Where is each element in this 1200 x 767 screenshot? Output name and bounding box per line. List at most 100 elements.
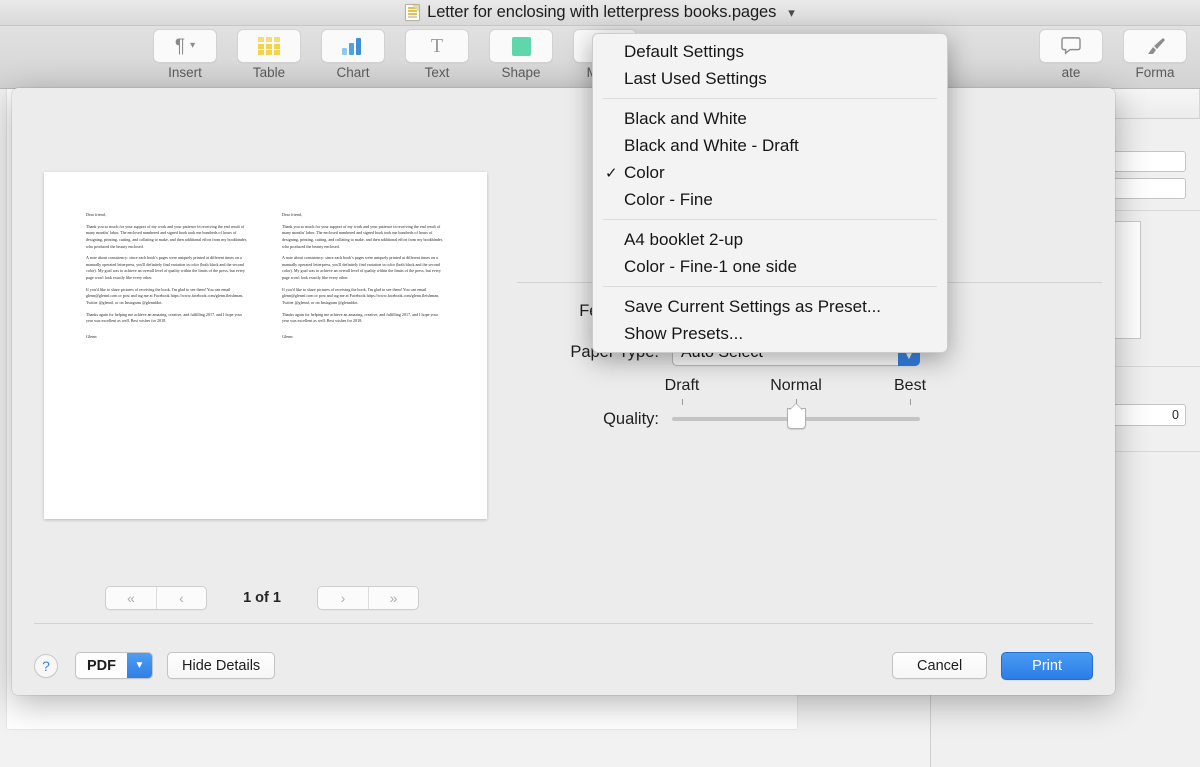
preview-signature: Glenn	[282, 333, 293, 339]
chart-button[interactable]	[321, 29, 385, 63]
print-preview-paper: Dear friend, Thank you so much for your …	[44, 172, 487, 519]
print-dialog: Dear friend, Thank you so much for your …	[12, 88, 1115, 695]
menu-item-label: Last Used Settings	[624, 68, 767, 88]
quality-tick-best: Best	[893, 377, 927, 394]
menu-item-label: Default Settings	[624, 41, 745, 61]
preview-paragraph: A note about consistency: since each boo…	[86, 255, 245, 280]
menu-item-label: Black and White - Draft	[624, 135, 799, 155]
menu-item-last-used-settings[interactable]: Last Used Settings	[593, 65, 947, 92]
menu-item-label: Color - Fine	[624, 189, 713, 209]
preview-paragraph: If you'd like to share pictures of recei…	[282, 286, 440, 305]
preview-paragraph: A note about consistency: since each boo…	[282, 255, 441, 280]
shape-button[interactable]	[489, 29, 553, 63]
toolbar-item-text[interactable]: T Text	[400, 29, 474, 80]
pages-document-icon	[405, 4, 421, 21]
print-preview-column: Dear friend, Thank you so much for your …	[12, 88, 512, 648]
toolbar-item-insert[interactable]: ¶ ▾ Insert	[148, 29, 222, 80]
screen: Letter for enclosing with letterpress bo…	[0, 0, 1200, 767]
comment-button[interactable]	[1039, 29, 1103, 63]
table-button[interactable]	[237, 29, 301, 63]
toolbar-label: Shape	[501, 65, 541, 80]
chevron-down-icon[interactable]: ▾	[788, 6, 795, 19]
menu-item-label: Black and White	[624, 108, 747, 128]
toolbar-item-table[interactable]: Table	[232, 29, 306, 80]
menu-item-a4-booklet-2up[interactable]: A4 booklet 2-up	[593, 226, 947, 253]
insert-button[interactable]: ¶ ▾	[153, 29, 217, 63]
quality-tick-labels: Draft Normal Best	[665, 377, 926, 399]
page-indicator: 1 of 1	[243, 590, 281, 606]
menu-item-default-settings[interactable]: Default Settings	[593, 38, 947, 65]
tick-mark	[682, 399, 683, 405]
help-button[interactable]: ?	[34, 653, 58, 678]
chevron-down-icon[interactable]: ▼	[127, 653, 152, 678]
menu-item-label: Color - Fine-1 one side	[624, 256, 797, 276]
next-page-button[interactable]: ›	[318, 587, 368, 609]
preview-paragraph: Thank you so much for your support of my…	[86, 223, 247, 249]
quality-slider-knob[interactable]	[786, 403, 806, 429]
quality-slider-row: Quality:	[517, 403, 1102, 432]
menu-item-label: Save Current Settings as Preset...	[624, 296, 882, 316]
preview-paragraph: Thanks again for helping me achieve an a…	[282, 311, 438, 324]
pilcrow-icon: ¶	[174, 35, 186, 57]
preview-pager: « ‹ 1 of 1 › »	[12, 586, 512, 610]
menu-item-black-and-white-draft[interactable]: Black and White - Draft	[593, 132, 947, 159]
menu-item-color[interactable]: ✓ Color	[593, 159, 947, 186]
toolbar-label: Chart	[336, 65, 370, 80]
toolbar-item-chart[interactable]: Chart	[316, 29, 390, 80]
menu-item-color-fine-1-one-side[interactable]: Color - Fine-1 one side	[593, 253, 947, 280]
last-page-button[interactable]: »	[368, 587, 418, 609]
pager-prev-group: « ‹	[105, 586, 207, 610]
menu-item-color-fine[interactable]: Color - Fine	[593, 186, 947, 213]
menu-item-show-presets[interactable]: Show Presets...	[593, 320, 947, 347]
menu-item-label: A4 booklet 2-up	[624, 229, 744, 249]
menu-separator	[603, 286, 937, 287]
menu-item-label: Color	[624, 162, 665, 182]
toolbar-item-format[interactable]: Forma	[1118, 29, 1192, 80]
chart-icon	[342, 37, 364, 55]
preview-signature: Glenn	[86, 333, 97, 339]
footer-action-buttons: Cancel Print	[892, 651, 1093, 680]
toolbar-label: Insert	[168, 65, 202, 80]
cancel-button[interactable]: Cancel	[892, 652, 988, 679]
menu-item-save-current-settings[interactable]: Save Current Settings as Preset...	[593, 293, 947, 320]
text-button[interactable]: T	[405, 29, 469, 63]
quality-tick-normal: Normal	[770, 377, 822, 394]
toolbar-label: Text	[424, 65, 450, 80]
print-dialog-footer: ? PDF ▼ Hide Details Cancel Print	[12, 636, 1115, 695]
hide-details-button[interactable]: Hide Details	[167, 652, 276, 679]
quality-slider[interactable]	[672, 403, 920, 429]
first-page-button[interactable]: «	[106, 587, 156, 609]
preview-paragraph: Thank you so much for your support of my…	[282, 223, 443, 249]
chevron-down-icon: ▾	[190, 40, 196, 51]
menu-separator	[603, 98, 937, 99]
preview-paragraph: If you'd like to share pictures of recei…	[86, 286, 244, 305]
print-button[interactable]: Print	[1001, 651, 1093, 680]
toolbar-label: ate	[1061, 65, 1081, 80]
preview-paragraph: Thanks again for helping me achieve an a…	[86, 311, 242, 324]
toolbar-item-shape[interactable]: Shape	[484, 29, 558, 80]
format-button[interactable]	[1123, 29, 1187, 63]
divider	[34, 623, 1093, 624]
preview-page-right: Dear friend, Thank you so much for your …	[268, 186, 458, 504]
quality-tick-draft: Draft	[664, 377, 700, 394]
pdf-label: PDF	[87, 657, 116, 674]
menu-item-black-and-white[interactable]: Black and White	[593, 105, 947, 132]
tick-mark	[910, 399, 911, 405]
format-brush-icon	[1148, 38, 1165, 54]
previous-page-button[interactable]: ‹	[156, 587, 206, 609]
toolbar-label: Forma	[1135, 65, 1175, 80]
toolbar-items: ¶ ▾ Insert Table Chart T Text Shape	[148, 29, 642, 80]
page-title: Letter for enclosing with letterpress bo…	[427, 3, 777, 21]
quality-block: Draft Normal Best Quality:	[517, 377, 1102, 432]
table-icon	[258, 37, 280, 55]
presets-dropdown-menu: Default Settings Last Used Settings Blac…	[592, 33, 948, 353]
pager-next-group: › »	[317, 586, 419, 610]
checkmark-icon: ✓	[605, 164, 618, 182]
pdf-button[interactable]: PDF ▼	[75, 652, 153, 679]
menu-separator	[603, 219, 937, 220]
text-icon: T	[430, 35, 444, 57]
document-title-group[interactable]: Letter for enclosing with letterpress bo…	[405, 3, 795, 22]
preview-paragraph: Dear friend,	[86, 212, 106, 217]
toolbar-item-comment[interactable]: ate	[1034, 29, 1108, 80]
comment-icon	[1061, 37, 1081, 55]
